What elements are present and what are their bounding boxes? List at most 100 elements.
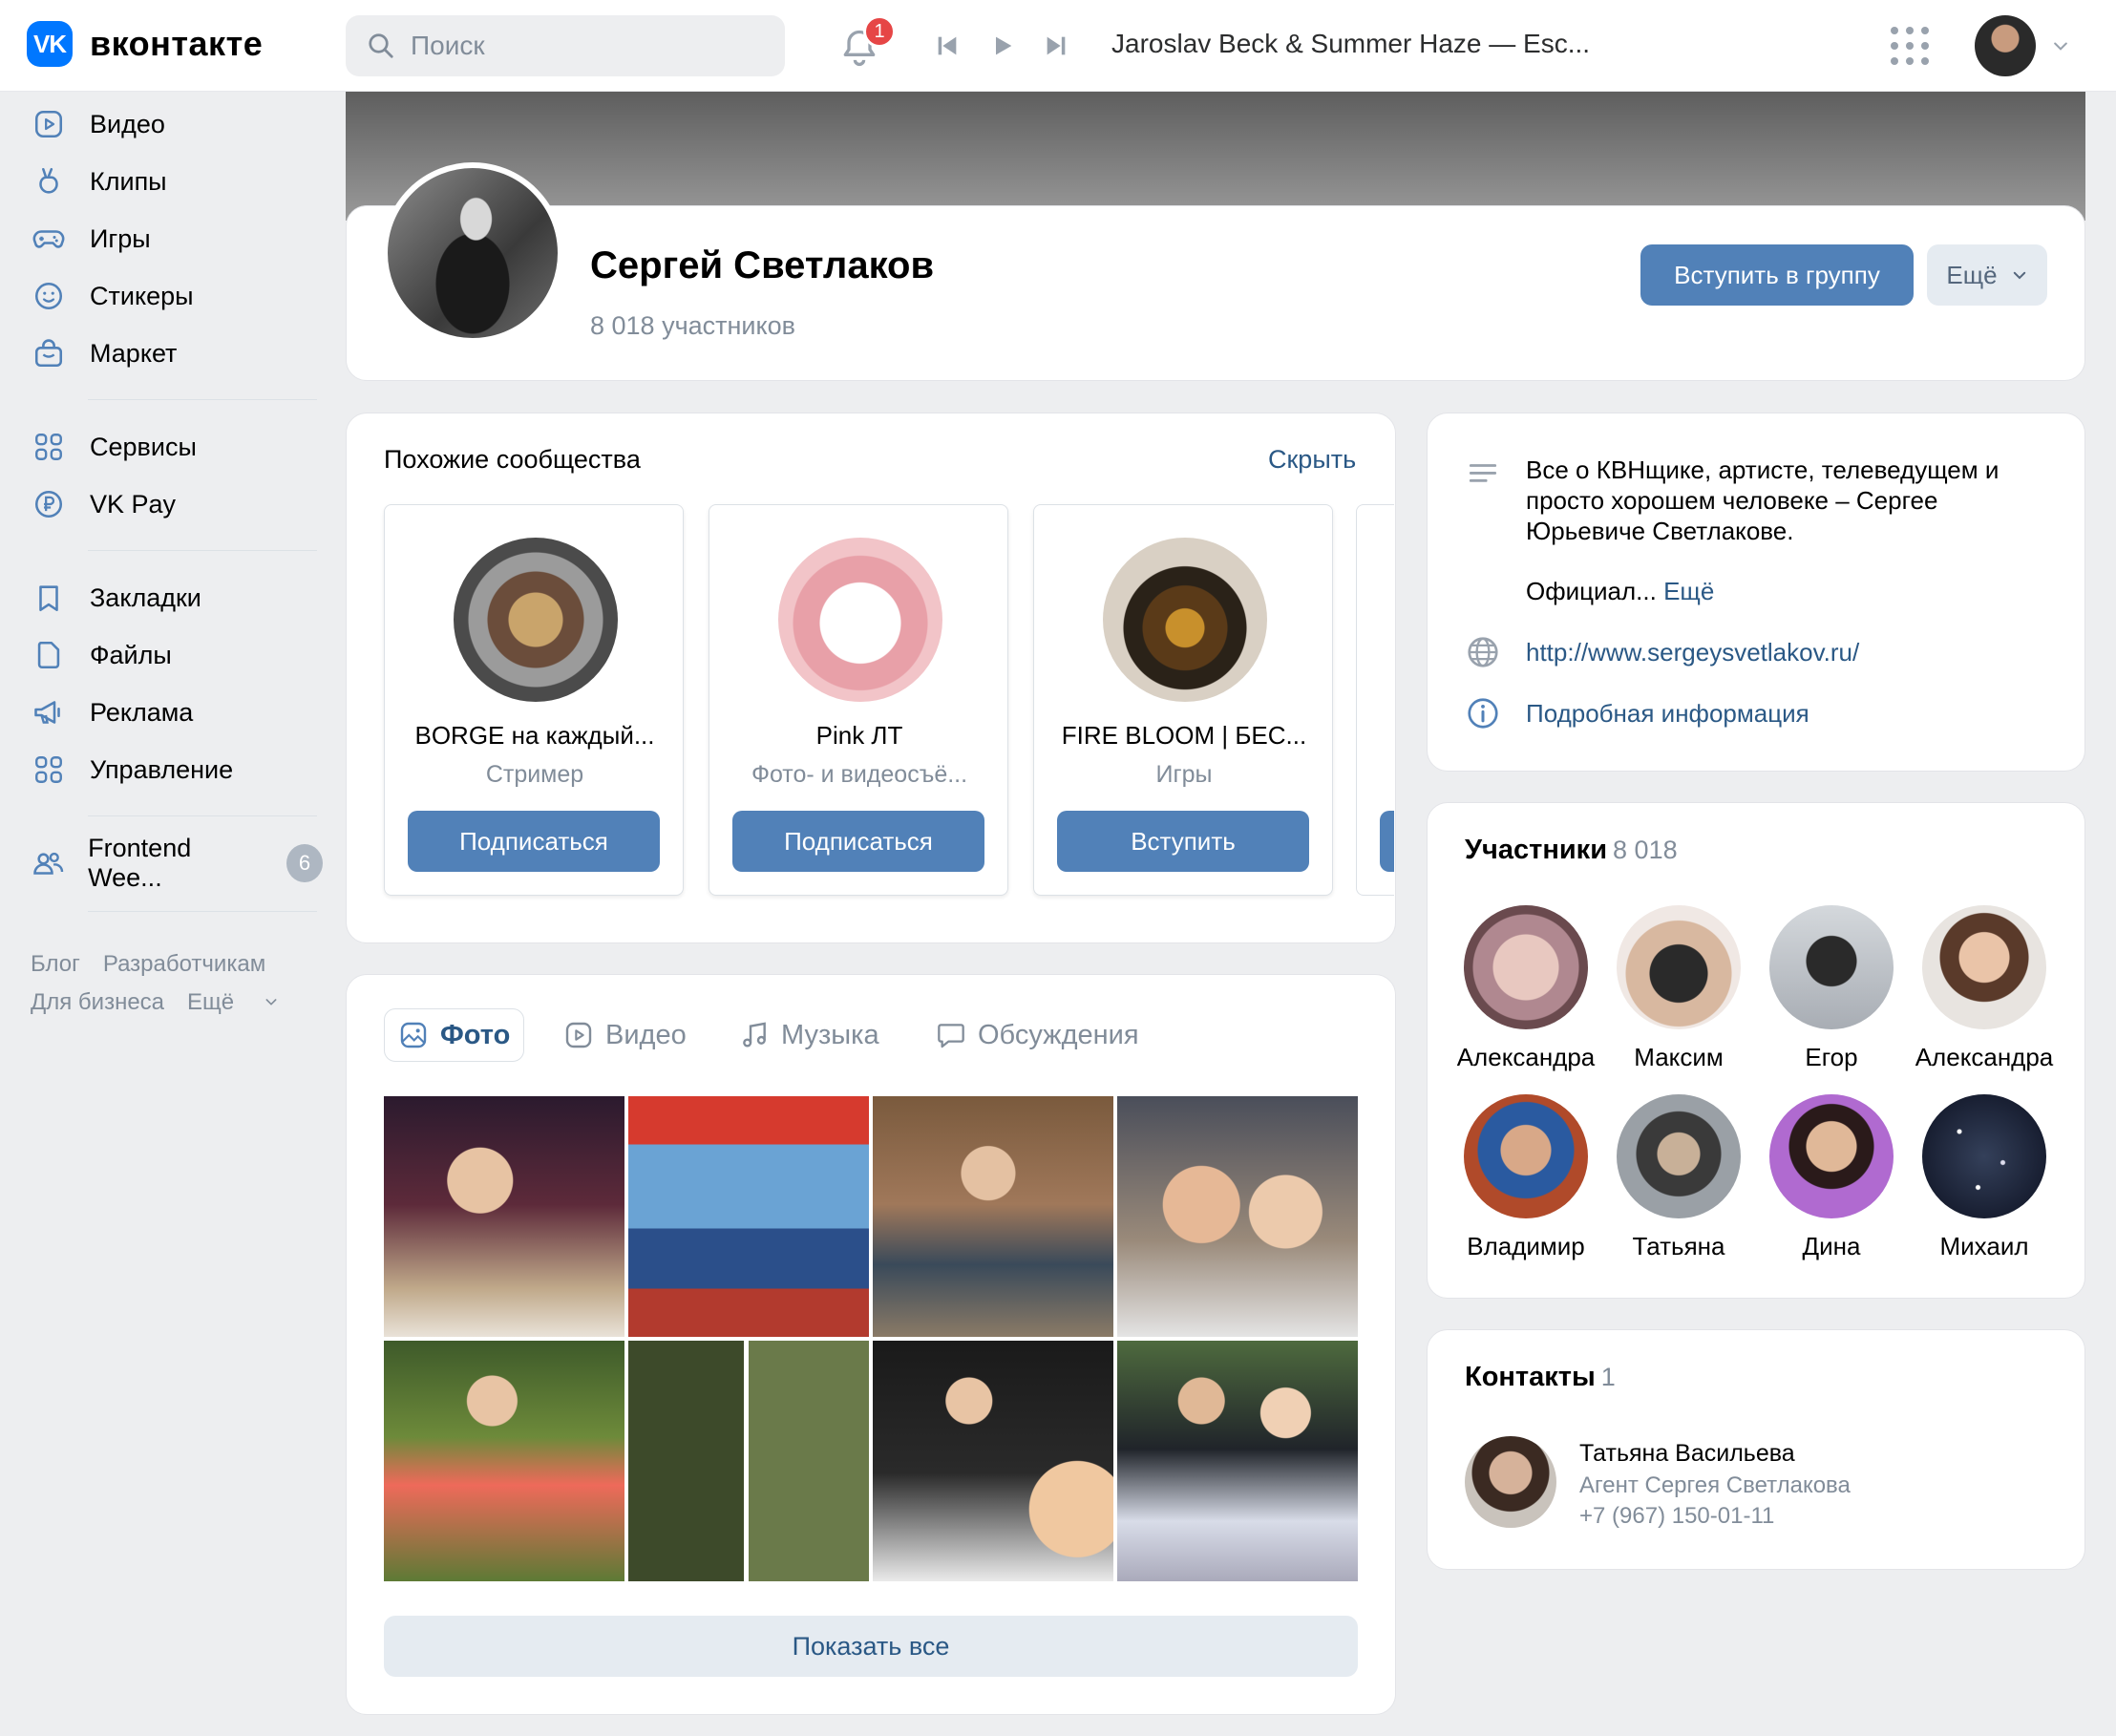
member-item[interactable]: Михаил bbox=[1908, 1094, 2061, 1261]
sidebar-item-market[interactable]: Маркет bbox=[31, 328, 177, 378]
community-avatar bbox=[778, 538, 942, 702]
chevron-down-icon bbox=[265, 999, 277, 1006]
text-lines-icon bbox=[1469, 464, 1497, 482]
footer-link-developers[interactable]: Разработчикам bbox=[103, 951, 265, 977]
sidebar-item-management[interactable]: Управление bbox=[31, 745, 233, 794]
members-title[interactable]: Участники 8 018 bbox=[1465, 835, 1678, 866]
sidebar-item-label: VK Pay bbox=[90, 489, 177, 519]
detailed-info-link[interactable]: Подробная информация bbox=[1526, 699, 1809, 729]
previous-track-button[interactable] bbox=[930, 29, 964, 63]
photo-thumbnail[interactable] bbox=[628, 1096, 869, 1337]
show-all-button[interactable]: Показать все bbox=[384, 1616, 1358, 1677]
user-avatar[interactable] bbox=[1975, 15, 2036, 76]
notifications-button[interactable]: 1 bbox=[836, 15, 896, 73]
member-item[interactable]: Александра bbox=[1449, 905, 1602, 1072]
footer-link-business[interactable]: Для бизнеса bbox=[31, 989, 164, 1015]
member-name: Татьяна bbox=[1632, 1232, 1725, 1260]
contact-name[interactable]: Татьяна Васильева bbox=[1579, 1440, 1795, 1468]
sidebar-divider bbox=[88, 550, 317, 551]
sidebar-item-label: Видео bbox=[90, 109, 165, 138]
ruble-icon bbox=[31, 486, 67, 522]
member-name: Михаил bbox=[1939, 1232, 2029, 1260]
chevron-down-icon[interactable] bbox=[2051, 36, 2070, 55]
subscribe-button[interactable]: Подписаться bbox=[732, 811, 984, 872]
photo-thumbnail[interactable] bbox=[873, 1341, 1113, 1581]
group-members-count[interactable]: 8 018 участников bbox=[590, 311, 795, 341]
subscribe-button[interactable]: Подписаться bbox=[408, 811, 660, 872]
sidebar-item-services[interactable]: Сервисы bbox=[31, 422, 197, 472]
vk-logo[interactable]: VK вконтакте bbox=[27, 21, 263, 67]
sidebar-item-files[interactable]: Файлы bbox=[31, 630, 172, 680]
megaphone-icon bbox=[31, 694, 67, 730]
group-cover bbox=[346, 92, 2085, 221]
play-button[interactable] bbox=[985, 29, 1020, 63]
search-box[interactable] bbox=[346, 15, 785, 76]
footer-link-more[interactable]: Ещё bbox=[187, 989, 279, 1015]
contacts-title[interactable]: Контакты 1 bbox=[1465, 1362, 1616, 1393]
tab-photos[interactable]: Фото bbox=[384, 1008, 525, 1062]
sidebar-footer-links: Блог Разработчикам Для бизнеса Ещё bbox=[31, 945, 317, 1022]
tab-videos[interactable]: Видео bbox=[550, 1008, 700, 1062]
photo-thumbnail[interactable] bbox=[873, 1096, 1113, 1337]
video-icon bbox=[565, 1022, 592, 1048]
sidebar-item-games[interactable]: Игры bbox=[31, 214, 151, 264]
photo-thumbnail[interactable] bbox=[384, 1341, 624, 1581]
website-link[interactable]: http://www.sergeysvetlakov.ru/ bbox=[1526, 638, 1859, 667]
apps-menu-icon[interactable] bbox=[1891, 27, 1929, 65]
join-button[interactable]: Вступить bbox=[1057, 811, 1309, 872]
member-item[interactable]: Максим bbox=[1602, 905, 1755, 1072]
search-input[interactable] bbox=[411, 31, 754, 61]
group-avatar[interactable] bbox=[382, 162, 563, 344]
tab-music[interactable]: Музыка bbox=[726, 1008, 893, 1062]
member-item[interactable]: Александра bbox=[1908, 905, 2061, 1072]
description-more-link[interactable]: Ещё bbox=[1663, 577, 1714, 605]
globe-icon bbox=[1468, 637, 1498, 667]
photo-thumbnail[interactable] bbox=[384, 1096, 624, 1337]
now-playing-track[interactable]: Jaroslav Beck & Summer Haze — Esc... bbox=[1111, 29, 1590, 59]
member-avatar bbox=[1617, 1094, 1741, 1218]
member-item[interactable]: Татьяна bbox=[1602, 1094, 1755, 1261]
bookmark-icon bbox=[31, 580, 67, 616]
photo-thumbnail[interactable] bbox=[1117, 1341, 1358, 1581]
community-card[interactable]: Pink ЛТ Фото- и видеосъё... Подписаться bbox=[709, 504, 1008, 896]
group-title: Сергей Светлаков bbox=[590, 244, 935, 286]
member-item[interactable]: Егор bbox=[1755, 905, 1908, 1072]
community-card[interactable]: BORGE на каждый... Стример Подписаться bbox=[384, 504, 684, 896]
sidebar-item-stickers[interactable]: Стикеры bbox=[31, 271, 194, 321]
image-icon bbox=[400, 1022, 427, 1048]
sidebar-item-bookmarks[interactable]: Закладки bbox=[31, 573, 201, 623]
sidebar-item-video[interactable]: Видео bbox=[31, 99, 165, 149]
hide-similar-link[interactable]: Скрыть bbox=[1268, 445, 1356, 475]
community-card-partial[interactable] bbox=[1356, 504, 1394, 896]
member-name: Владимир bbox=[1467, 1232, 1585, 1260]
music-note-icon bbox=[743, 1022, 766, 1048]
tab-label: Видео bbox=[605, 1019, 687, 1050]
sidebar-item-ads[interactable]: Реклама bbox=[31, 688, 193, 737]
contacts-title-text: Контакты bbox=[1465, 1362, 1596, 1392]
members-title-text: Участники bbox=[1465, 835, 1608, 865]
join-group-button[interactable]: Вступить в группу bbox=[1640, 244, 1914, 306]
tab-discussions[interactable]: Обсуждения bbox=[922, 1008, 1153, 1062]
contact-avatar[interactable] bbox=[1465, 1436, 1556, 1528]
members-count: 8 018 bbox=[1613, 836, 1678, 864]
footer-link-blog[interactable]: Блог bbox=[31, 951, 80, 977]
member-item[interactable]: Дина bbox=[1755, 1094, 1908, 1261]
sidebar-item-vkpay[interactable]: VK Pay bbox=[31, 479, 176, 529]
video-icon bbox=[31, 106, 67, 142]
chat-bubble-icon bbox=[938, 1024, 964, 1048]
member-avatar bbox=[1769, 1094, 1894, 1218]
community-card[interactable]: FIRE BLOOM | БЕС... Игры Вступить bbox=[1033, 504, 1333, 896]
play-icon bbox=[996, 36, 1012, 55]
member-item[interactable]: Владимир bbox=[1449, 1094, 1602, 1261]
photo-thumbnail[interactable] bbox=[628, 1341, 869, 1581]
sidebar-item-label: Закладки bbox=[90, 582, 201, 612]
photo-thumbnail[interactable] bbox=[1117, 1096, 1358, 1337]
more-actions-button[interactable]: Ещё bbox=[1927, 244, 2047, 306]
next-track-button[interactable] bbox=[1039, 29, 1073, 63]
sidebar-item-frontend-weekly[interactable]: Frontend Wee... 6 bbox=[31, 834, 323, 892]
sidebar-divider bbox=[88, 399, 317, 400]
sidebar-item-label: Сервисы bbox=[90, 432, 197, 461]
community-name: BORGE на каждый... bbox=[414, 721, 655, 750]
member-avatar bbox=[1464, 1094, 1588, 1218]
sidebar-item-clips[interactable]: Клипы bbox=[31, 157, 167, 206]
